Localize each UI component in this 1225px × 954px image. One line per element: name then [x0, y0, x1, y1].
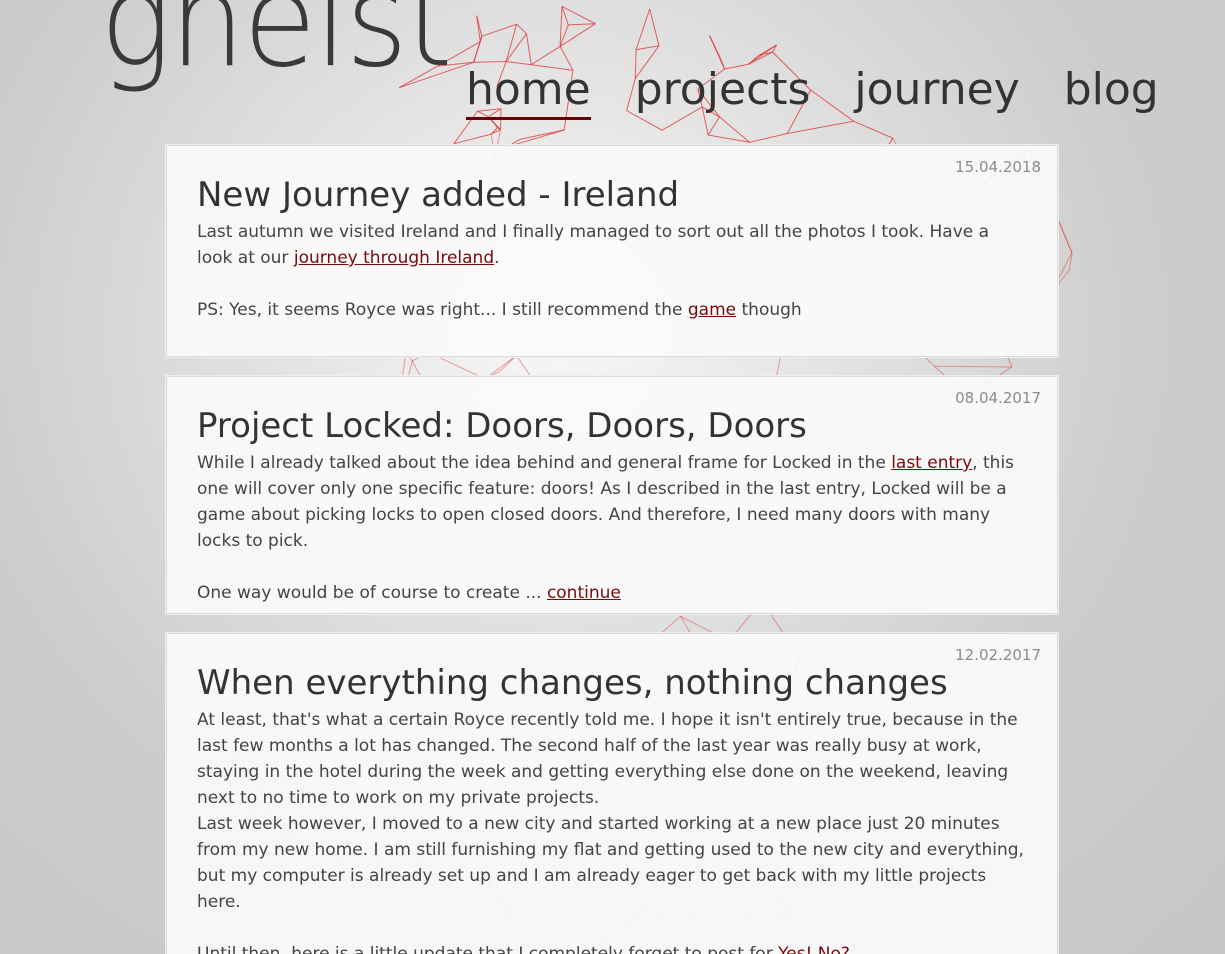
network-line: [516, 23, 527, 35]
main-navigation: home projects journey blog: [466, 62, 1159, 120]
yes-no-link[interactable]: Yes! No?: [778, 944, 850, 954]
network-line: [481, 23, 517, 37]
network-line: [559, 23, 596, 47]
network-line: [719, 116, 750, 143]
network-line: [853, 120, 894, 139]
nav-link-journey[interactable]: journey: [854, 62, 1019, 118]
post-paragraph: Last week however, I moved to a new city…: [197, 814, 1024, 912]
post-paragraph: At least, that's what a certain Royce re…: [197, 710, 1018, 808]
post-title[interactable]: When everything changes, nothing changes: [197, 661, 1027, 705]
post-text: .: [494, 248, 500, 268]
post-date: 12.02.2017: [955, 646, 1041, 664]
network-line: [636, 45, 660, 51]
network-line: [787, 120, 854, 134]
network-line: [749, 133, 788, 143]
post-paragraph: Last autumn we visited Ireland and I fin…: [197, 219, 1027, 271]
post-paragraph: Until then, here is a little update that…: [197, 941, 1027, 954]
nav-link-blog[interactable]: blog: [1064, 62, 1159, 118]
network-line: [635, 8, 651, 50]
nav-link-home[interactable]: home: [466, 62, 591, 120]
post-date: 08.04.2017: [955, 389, 1041, 407]
blog-post-card: 08.04.2017 Project Locked: Doors, Doors,…: [166, 376, 1058, 614]
post-text: While I already talked about the idea be…: [197, 453, 892, 473]
network-line: [568, 23, 596, 26]
game-link[interactable]: game: [688, 300, 736, 320]
network-line: [649, 8, 660, 46]
network-line: [559, 6, 563, 47]
post-paragraph: While I already talked about the idea be…: [197, 450, 1027, 554]
post-text: PS: Yes, it seems Royce was right... I s…: [197, 300, 688, 320]
blog-post-card: 12.02.2017 When everything changes, noth…: [166, 633, 1058, 954]
continue-reading-link[interactable]: continue: [547, 583, 621, 603]
post-title[interactable]: Project Locked: Doors, Doors, Doors: [197, 404, 1027, 448]
network-line: [934, 365, 1013, 368]
post-title[interactable]: New Journey added - Ireland: [197, 173, 1027, 217]
post-text: though: [736, 300, 802, 320]
network-line: [708, 134, 750, 143]
post-paragraph: One way would be of course to create ...…: [197, 580, 1027, 606]
post-text: Until then, here is a little update that…: [197, 944, 779, 954]
post-body: Last autumn we visited Ireland and I fin…: [197, 219, 1027, 323]
network-line: [505, 24, 518, 62]
last-entry-link[interactable]: last entry: [891, 453, 972, 473]
network-line: [505, 33, 527, 62]
network-line: [526, 33, 532, 65]
post-body: At least, that's what a certain Royce re…: [197, 707, 1027, 954]
site-logo[interactable]: gheist: [100, 0, 453, 86]
post-date: 15.04.2018: [955, 158, 1041, 176]
post-paragraph: PS: Yes, it seems Royce was right... I s…: [197, 297, 1027, 323]
nav-link-projects[interactable]: projects: [635, 62, 811, 118]
network-line: [520, 129, 565, 140]
post-body: While I already talked about the idea be…: [197, 450, 1027, 606]
network-line: [707, 116, 720, 136]
post-text: One way would be of course to create ...: [197, 583, 547, 603]
blog-post-card: 15.04.2018 New Journey added - Ireland L…: [166, 145, 1058, 357]
network-line: [491, 129, 501, 135]
journey-ireland-link[interactable]: journey through Ireland: [294, 248, 494, 268]
